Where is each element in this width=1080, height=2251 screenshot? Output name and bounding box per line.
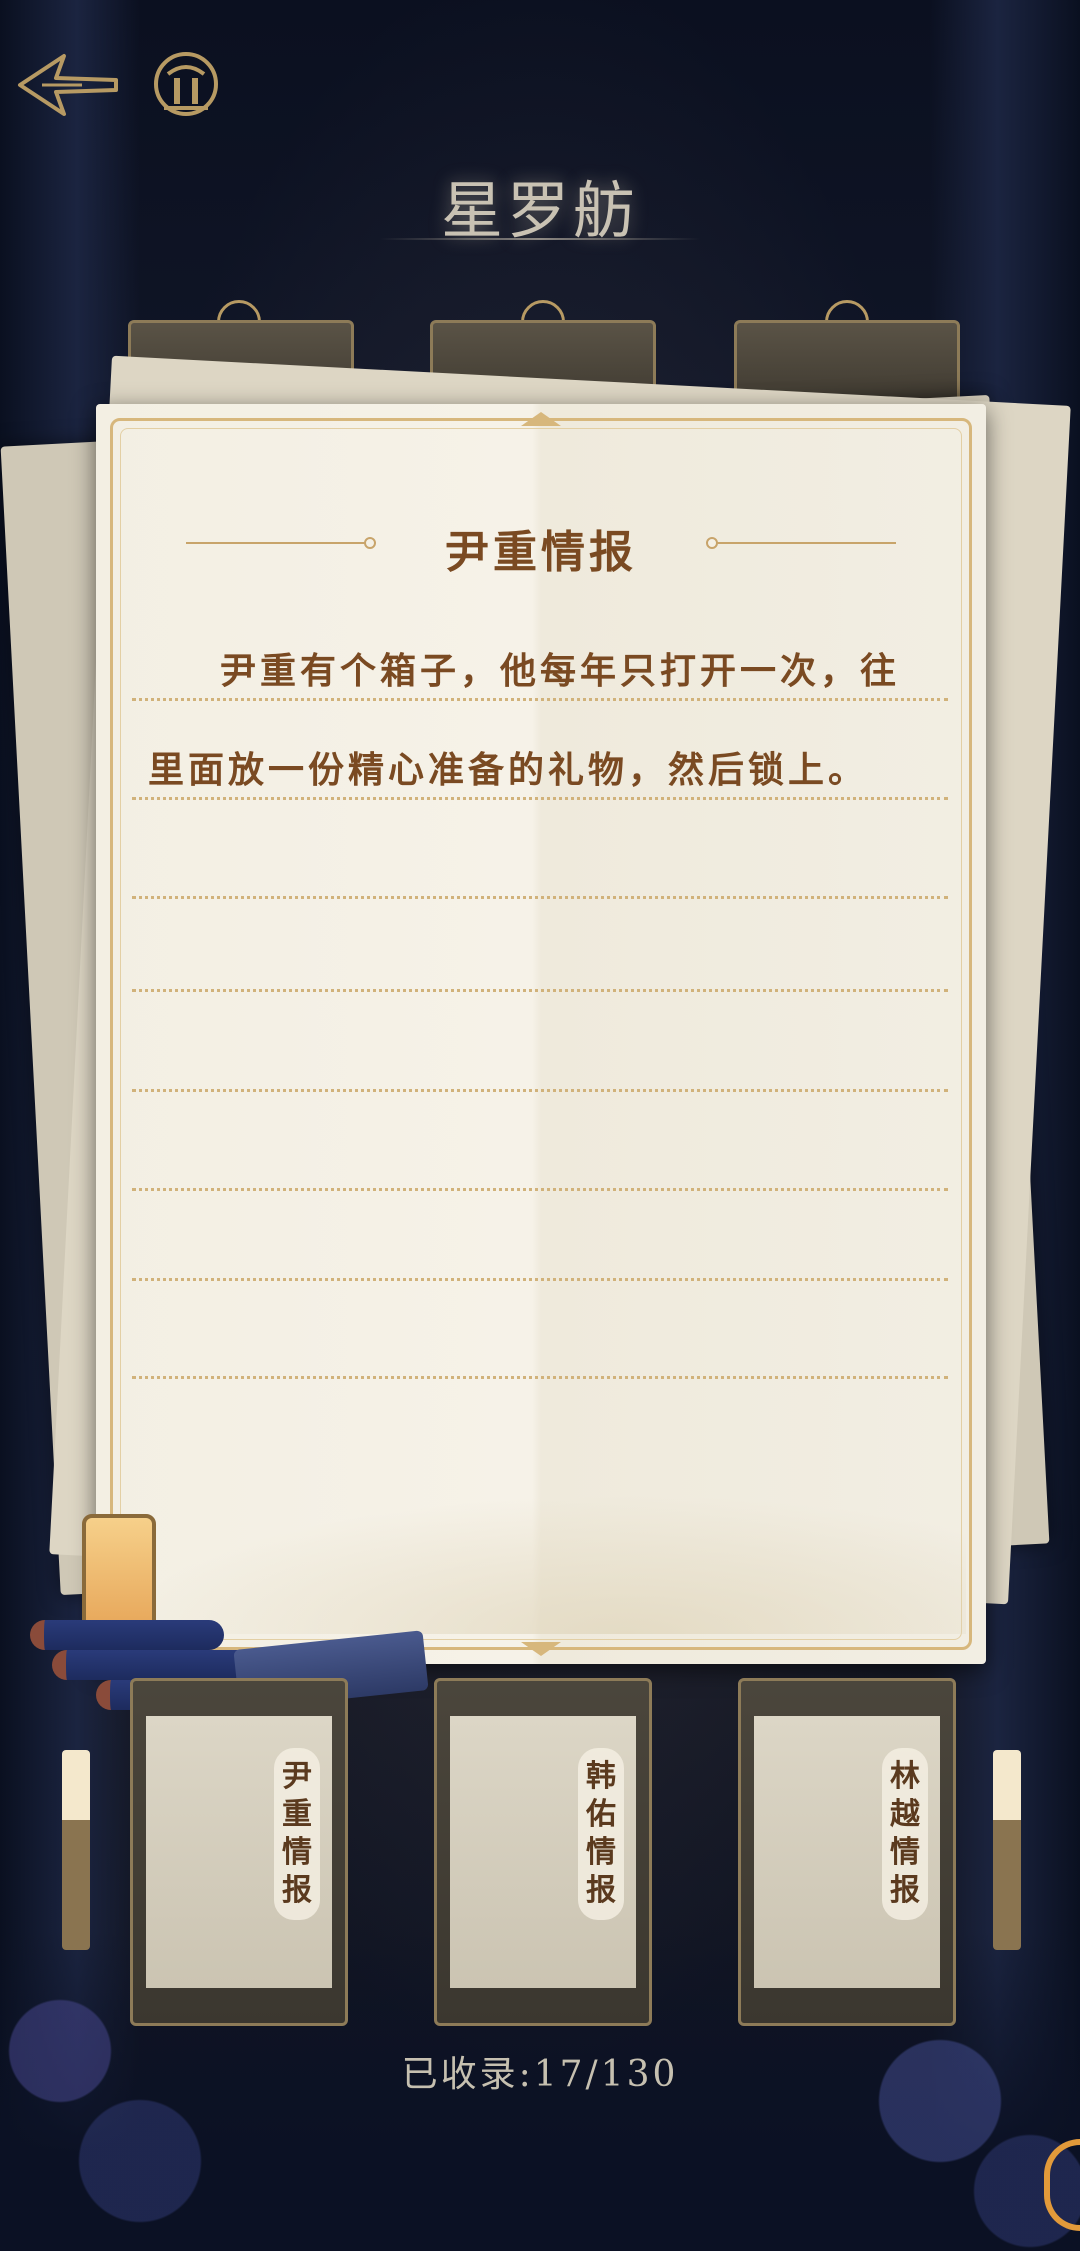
- ruled-line: [132, 989, 948, 992]
- category-scroll-linyue[interactable]: 林越情报: [738, 1678, 956, 2026]
- scroll-roll-icon: [52, 1650, 256, 1680]
- lantern-icon: [82, 1514, 156, 1632]
- ruled-line: [132, 1089, 948, 1092]
- scroll-roll-icon: [30, 1620, 224, 1650]
- back-arrow-icon: [18, 54, 118, 116]
- ruled-line: [132, 1188, 948, 1191]
- ruled-line: [132, 1376, 948, 1379]
- candle-right: [993, 1750, 1021, 1950]
- category-label: 韩佑情报: [578, 1748, 624, 1920]
- ruled-line: [132, 896, 948, 899]
- home-button[interactable]: [150, 48, 222, 120]
- home-emblem-icon: [154, 52, 218, 116]
- collected-count: 已收录:17/130: [401, 2054, 679, 2095]
- ruled-line: [132, 1278, 948, 1281]
- category-label: 林越情报: [882, 1748, 928, 1920]
- back-button[interactable]: [12, 50, 122, 120]
- category-label: 尹重情报: [274, 1748, 320, 1920]
- info-note-card: 尹重情报 尹重有个箱子，他每年只打开一次，往里面放一份精心准备的礼物，然后锁上。: [96, 404, 986, 1664]
- page-title: 星罗舫: [440, 174, 639, 247]
- note-title: 尹重情报: [445, 527, 637, 578]
- category-scroll-yinzhong[interactable]: 尹重情报: [130, 1678, 348, 2026]
- candle-left: [62, 1750, 90, 1950]
- category-scroll-hanyou[interactable]: 韩佑情报: [434, 1678, 652, 2026]
- title-deco-right: [706, 537, 896, 549]
- paper-swirl: [116, 1494, 966, 1634]
- card-border-inner: [120, 428, 962, 1640]
- title-underline: [380, 238, 700, 240]
- note-body: 尹重有个箱子，他每年只打开一次，往里面放一份精心准备的礼物，然后锁上。: [148, 650, 901, 791]
